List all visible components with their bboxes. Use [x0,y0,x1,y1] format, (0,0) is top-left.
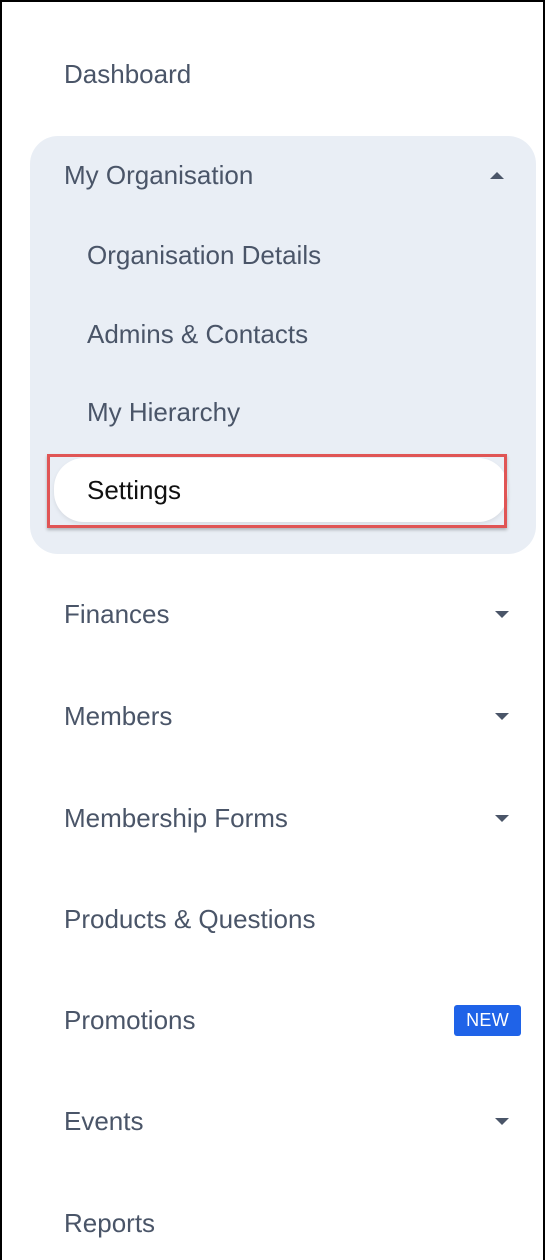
nav-item-dashboard[interactable]: Dashboard [64,52,509,96]
nav-item-membership-forms[interactable]: Membership Forms [64,796,509,840]
chevron-down-icon [495,712,509,720]
sub-item-label: Admins & Contacts [87,318,309,349]
new-badge: NEW [454,1004,521,1036]
nav-item-label: Events [64,1105,144,1136]
sub-item-settings[interactable]: Settings [54,458,508,522]
nav-group-my-organisation: My Organisation Organisation Details Adm… [30,136,536,554]
sub-item-organisation-details[interactable]: Organisation Details [87,233,321,277]
nav-item-reports[interactable]: Reports [64,1201,509,1245]
chevron-up-icon [490,171,504,179]
sidebar-nav: Dashboard My Organisation Organisation D… [2,2,543,1260]
sub-item-label: Settings [87,474,181,505]
nav-item-label: Dashboard [64,58,192,89]
nav-item-label: Reports [64,1207,156,1238]
chevron-down-icon [495,610,509,618]
nav-item-label: Products & Questions [64,903,316,934]
nav-item-label: Promotions [64,1004,196,1035]
nav-item-label: Members [64,700,173,731]
nav-item-events[interactable]: Events [64,1099,509,1143]
nav-item-products-questions[interactable]: Products & Questions [64,897,509,941]
nav-item-members[interactable]: Members [64,694,509,738]
sub-item-label: My Hierarchy [87,396,241,427]
chevron-down-icon [495,814,509,822]
sub-item-label: Organisation Details [87,239,322,270]
nav-item-label: My Organisation [64,159,254,190]
nav-item-label: Membership Forms [64,802,288,833]
nav-item-my-organisation[interactable]: My Organisation [64,153,504,197]
chevron-down-icon [495,1117,509,1125]
nav-item-label: Finances [64,598,170,629]
nav-item-finances[interactable]: Finances [64,592,509,636]
sub-item-admins-contacts[interactable]: Admins & Contacts [87,312,308,356]
sub-item-my-hierarchy[interactable]: My Hierarchy [87,390,240,434]
nav-item-promotions[interactable]: Promotions NEW [64,998,521,1042]
